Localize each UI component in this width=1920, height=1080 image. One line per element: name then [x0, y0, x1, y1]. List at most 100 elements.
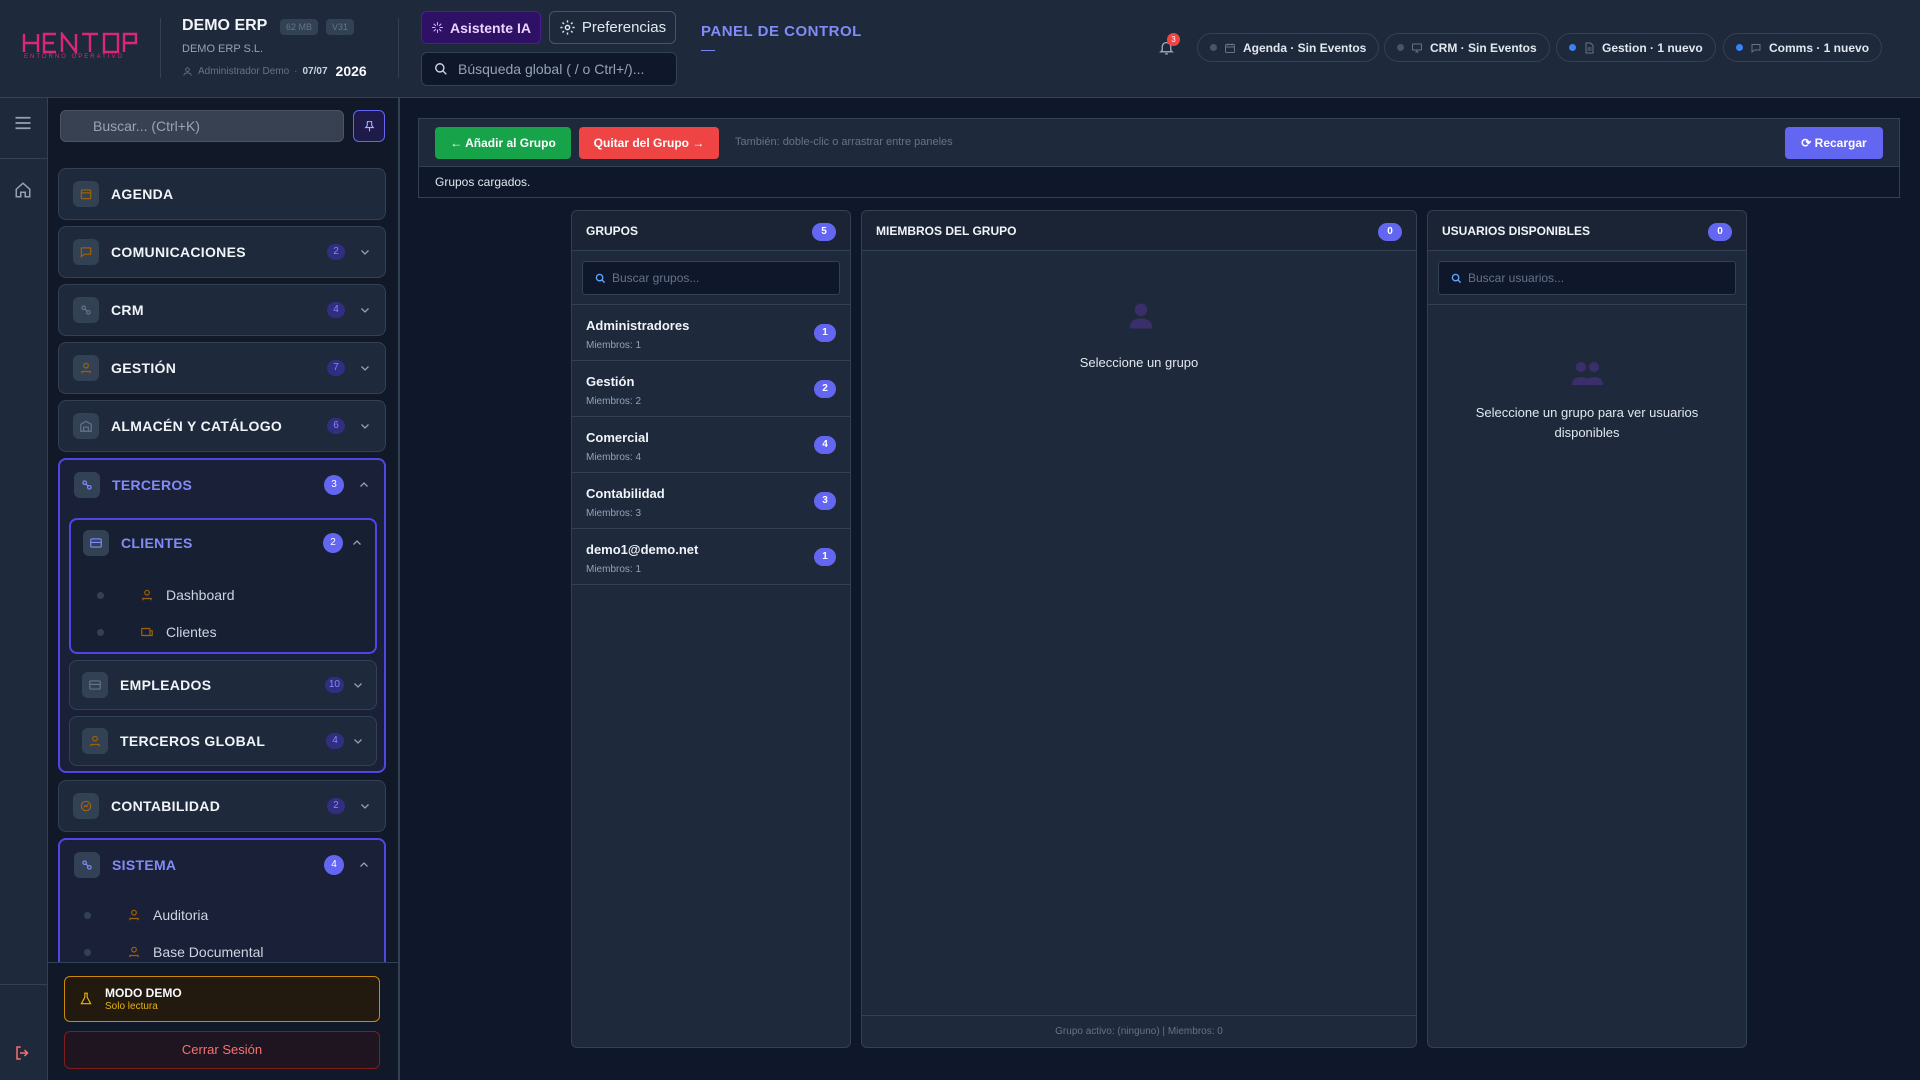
accounting-icon — [73, 793, 99, 819]
status-message: Grupos cargados. — [418, 166, 1900, 198]
preferences-button[interactable]: Preferencias — [549, 11, 676, 44]
sidebar-item-terceros[interactable]: TERCEROS 3 CLIENTES 2 Dashboard Clientes… — [58, 458, 386, 773]
groups-search-input[interactable] — [612, 271, 812, 285]
sidebar-item-agenda[interactable]: AGENDA — [58, 168, 386, 220]
group-count-badge: 2 — [814, 380, 836, 398]
groups-panel-title: GRUPOS — [586, 224, 639, 238]
chat-icon — [1751, 43, 1761, 53]
sidebar-subgroup-clientes[interactable]: CLIENTES 2 Dashboard Clientes — [69, 518, 377, 654]
group-count-badge: 4 — [814, 436, 836, 454]
users-count-badge: 0 — [1708, 223, 1732, 241]
user-icon — [183, 66, 192, 76]
size-chip: 62 MB — [280, 19, 319, 35]
sidebar-item-comunicaciones[interactable]: COMUNICACIONES 2 — [58, 226, 386, 278]
group-name: Contabilidad — [586, 486, 665, 501]
chevron-down-icon — [361, 366, 369, 371]
users-search[interactable] — [1438, 261, 1736, 295]
agenda-icon — [73, 181, 99, 207]
sidebar-search-input[interactable] — [60, 110, 344, 142]
toolbar-hint: También: doble-clic o arrastrar entre pa… — [735, 136, 953, 148]
agenda-status-pill[interactable]: Agenda · Sin Eventos — [1197, 33, 1380, 62]
count-badge: 7 — [327, 360, 345, 376]
sidebar-subgroup-empleados[interactable]: EMPLEADOS 10 — [69, 660, 377, 710]
crm-icon — [73, 297, 99, 323]
group-row[interactable]: Comercial Miembros: 4 4 — [572, 417, 850, 473]
gear-icon — [560, 20, 575, 35]
sidebar-subgroup-terceros-global[interactable]: TERCEROS GLOBAL 4 — [69, 716, 377, 766]
count-badge: 2 — [323, 533, 343, 553]
dashboard-icon — [142, 589, 152, 601]
status-dot — [1397, 44, 1404, 51]
groups-search[interactable] — [582, 261, 840, 295]
bullet — [84, 911, 91, 919]
subgroup-label: TERCEROS GLOBAL — [120, 733, 266, 749]
audit-icon — [129, 909, 139, 921]
remove-from-group-button[interactable]: Quitar del Grupo → — [579, 127, 719, 159]
group-members: Miembros: 2 — [586, 396, 642, 407]
group-row[interactable]: Gestión Miembros: 2 2 — [572, 361, 850, 417]
home-icon — [15, 182, 31, 198]
top-bar: ENTORNO OPERATIVO DEMO ERP 62 MB V31 DEM… — [0, 0, 1920, 98]
sidebar-item-label: AGENDA — [111, 186, 174, 202]
home-button[interactable] — [14, 181, 32, 199]
logout-rail-button[interactable] — [14, 1044, 32, 1062]
version-chip: V31 — [326, 19, 355, 35]
clients-list-icon — [141, 627, 153, 637]
action-toolbar: ← Añadir al Grupo Quitar del Grupo → Tam… — [418, 118, 1900, 166]
count-badge: 6 — [327, 418, 345, 434]
app-name: DEMO ERP — [182, 17, 268, 34]
chevron-down-icon — [361, 308, 369, 313]
gestion-status-pill[interactable]: Gestion · 1 nuevo — [1556, 33, 1716, 62]
status-dot — [1736, 44, 1743, 51]
group-row[interactable]: demo1@demo.net Miembros: 1 1 — [572, 529, 850, 585]
brand-subtitle: ENTORNO OPERATIVO — [24, 54, 125, 60]
terceros-icon — [74, 472, 100, 498]
members-panel: MIEMBROS DEL GRUPO 0 Seleccione un grupo… — [861, 210, 1417, 1048]
chevron-up-icon — [360, 862, 368, 867]
sidebar-item-sistema[interactable]: SISTEMA 4 Auditoria Base Documental — [58, 838, 386, 978]
globe-icon — [82, 728, 108, 754]
page-subtitle: — — [701, 41, 715, 57]
pill-label: Agenda · Sin Eventos — [1243, 40, 1367, 55]
menu-toggle-button[interactable] — [14, 115, 32, 131]
comms-status-pill[interactable]: Comms · 1 nuevo — [1723, 33, 1883, 62]
group-name: Administradores — [586, 318, 690, 333]
group-name: Gestión — [586, 374, 635, 389]
group-row[interactable]: Contabilidad Miembros: 3 3 — [572, 473, 850, 529]
pill-label: Gestion · 1 nuevo — [1602, 40, 1703, 55]
logout-button[interactable]: Cerrar Sesión — [64, 1031, 380, 1069]
subgroup-label: EMPLEADOS — [120, 677, 212, 693]
users-empty-message: Seleccione un grupo para ver usuarios di… — [1475, 405, 1699, 440]
link-label: Dashboard — [166, 587, 235, 603]
group-members: Miembros: 3 — [586, 508, 642, 519]
monitor-icon — [1412, 43, 1422, 52]
sidebar-item-label: SISTEMA — [112, 857, 177, 873]
chevron-up-icon — [360, 482, 368, 487]
sidebar-link-auditoria[interactable]: Auditoria — [84, 900, 208, 930]
sidebar: AGENDA COMUNICACIONES 2 CRM 4 — [48, 98, 400, 1080]
group-row[interactable]: Administradores Miembros: 1 1 — [572, 305, 850, 361]
users-search-input[interactable] — [1468, 271, 1668, 285]
sidebar-link-clientes[interactable]: Clientes — [97, 617, 217, 647]
sidebar-item-gestion[interactable]: GESTIÓN 7 — [58, 342, 386, 394]
crm-status-pill[interactable]: CRM · Sin Eventos — [1384, 33, 1550, 62]
sidebar-item-contabilidad[interactable]: CONTABILIDAD 2 — [58, 780, 386, 832]
pin-sidebar-button[interactable] — [353, 110, 385, 142]
bullet — [97, 628, 104, 636]
reload-button[interactable]: ⟳ Recargar — [1785, 127, 1883, 159]
search-icon — [1451, 273, 1462, 283]
group-count-badge: 3 — [814, 492, 836, 510]
global-search[interactable] — [421, 52, 677, 86]
system-icon — [74, 852, 100, 878]
clients-icon — [83, 530, 109, 556]
add-to-group-button[interactable]: ← Añadir al Grupo — [435, 127, 571, 159]
documents-icon — [129, 946, 139, 958]
page-title: PANEL DE CONTROL — [701, 23, 862, 40]
sidebar-link-dashboard[interactable]: Dashboard — [97, 580, 235, 610]
sidebar-item-almacen[interactable]: ALMACÉN Y CATÁLOGO 6 — [58, 400, 386, 452]
ai-assistant-button[interactable]: Asistente IA — [421, 11, 541, 44]
global-search-input[interactable] — [458, 61, 668, 77]
demo-mode-title: MODO DEMO — [105, 986, 182, 1000]
search-icon — [595, 273, 606, 283]
sidebar-item-crm[interactable]: CRM 4 — [58, 284, 386, 336]
